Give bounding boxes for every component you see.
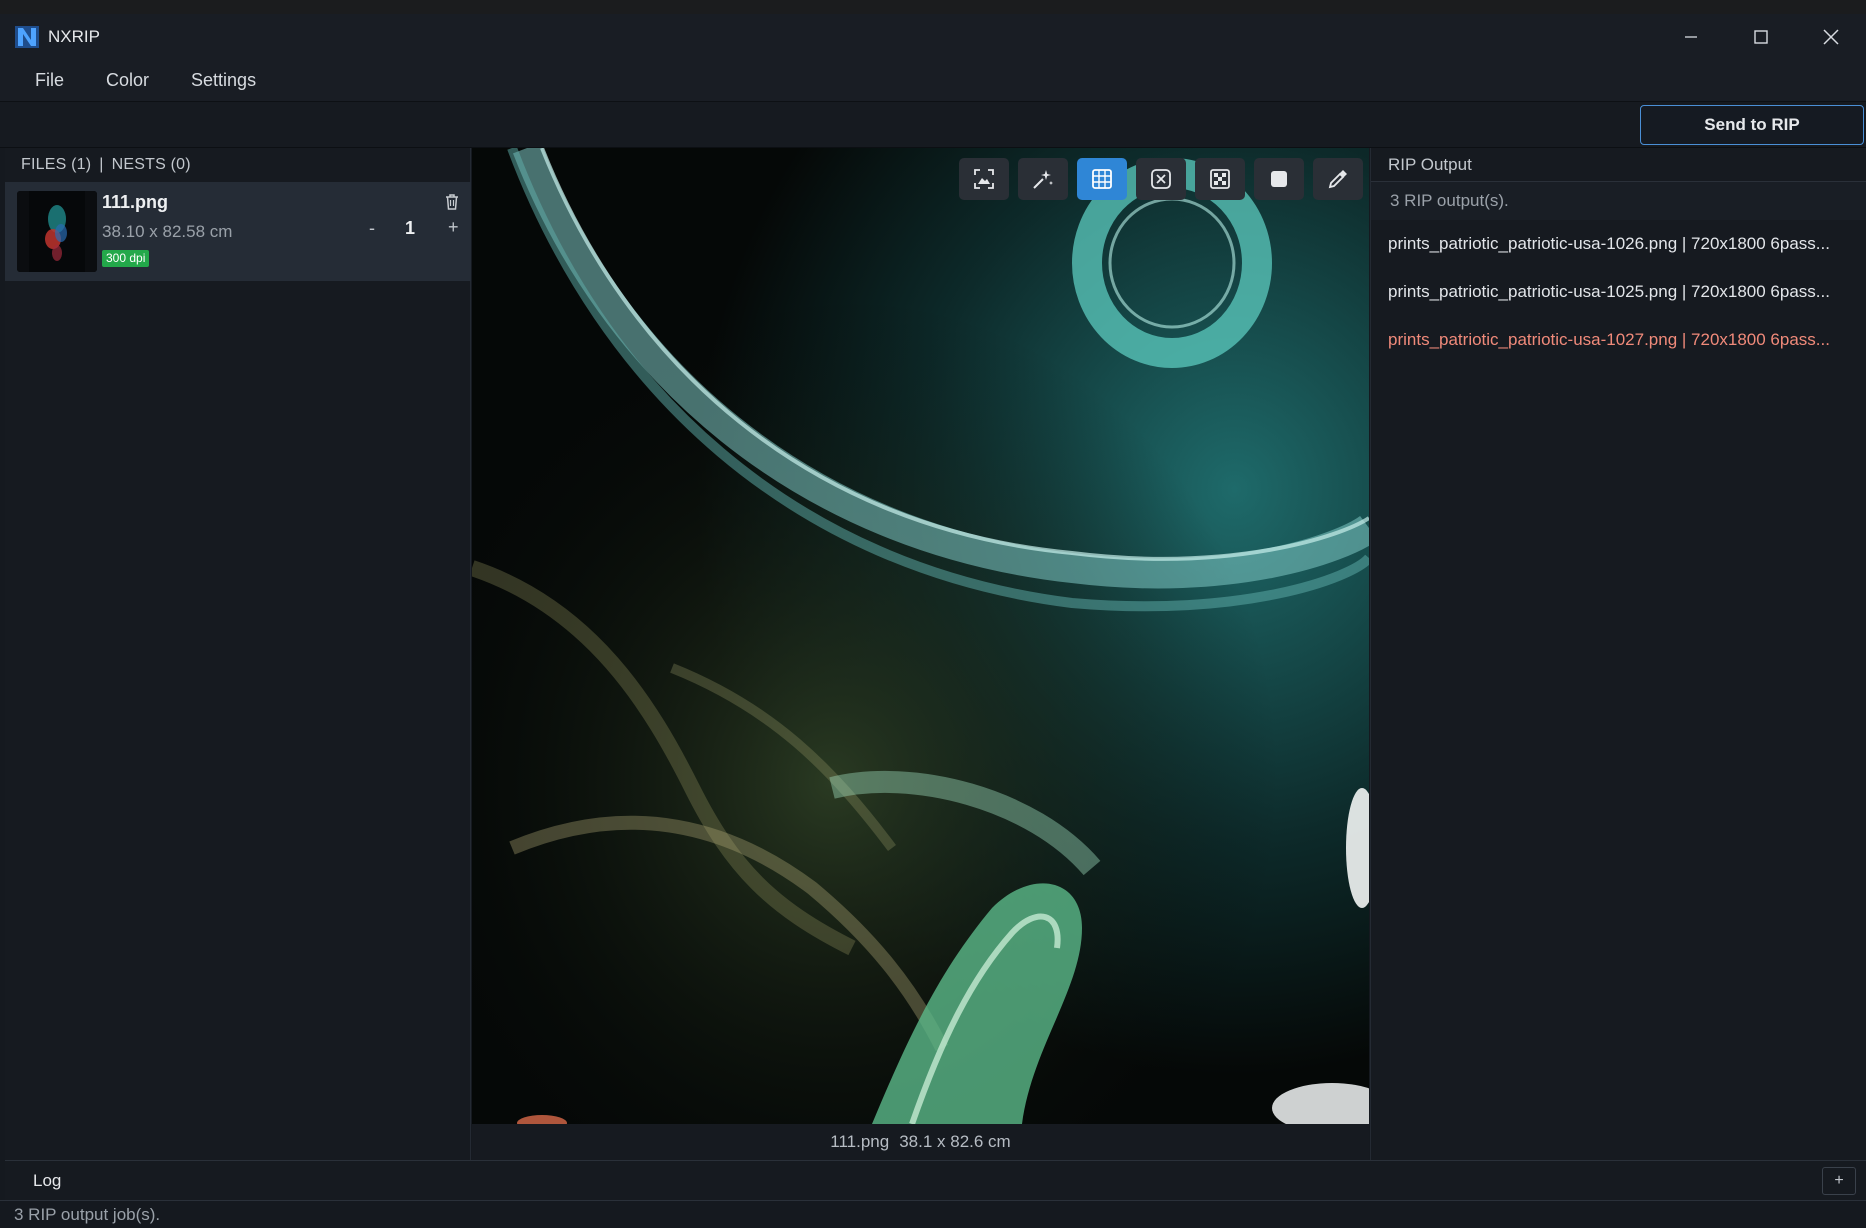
quantity-value[interactable]: 1 <box>405 218 415 239</box>
auto-enhance-button[interactable] <box>1018 158 1068 200</box>
menu-color[interactable]: Color <box>106 70 149 91</box>
maximize-icon <box>1754 30 1768 44</box>
preview-info-bar: 111.png 38.1 x 82.6 cm <box>472 1124 1369 1160</box>
menu-file[interactable]: File <box>35 70 64 91</box>
fit-to-view-button[interactable] <box>959 158 1009 200</box>
magic-wand-icon <box>1033 170 1053 189</box>
close-icon <box>1823 29 1839 45</box>
transparency-button[interactable] <box>1195 158 1245 200</box>
window-top-strip <box>0 0 1866 14</box>
tab-files[interactable]: FILES (1) <box>21 156 91 174</box>
preview-file-name: 111.png <box>830 1132 890 1151</box>
status-message: 3 RIP output job(s). <box>0 1200 1866 1228</box>
maximize-button[interactable] <box>1726 14 1796 60</box>
tab-separator: | <box>99 156 104 173</box>
image-preview[interactable] <box>472 148 1369 1124</box>
log-bar: Log + <box>5 1160 1866 1200</box>
send-to-rip-button[interactable]: Send to RIP <box>1640 105 1864 145</box>
trash-icon <box>446 194 458 210</box>
checker-icon <box>1210 169 1230 189</box>
files-panel: FILES (1) | NESTS (0) 111.png 38.10 x 82… <box>5 148 471 1160</box>
files-header: FILES (1) | NESTS (0) <box>5 148 470 182</box>
file-name: 111.png <box>102 192 169 212</box>
quantity-decrement-button[interactable]: - <box>369 218 375 239</box>
title-bar: NXRIP <box>0 14 1866 60</box>
file-thumbnail <box>17 191 97 272</box>
grid-toggle-button[interactable] <box>1077 158 1127 200</box>
log-title[interactable]: Log <box>33 1171 61 1191</box>
tab-nests[interactable]: NESTS (0) <box>112 156 191 174</box>
rip-output-item[interactable]: prints_patriotic_patriotic-usa-1026.png … <box>1371 220 1866 268</box>
eyedropper-icon <box>1328 170 1347 189</box>
close-button[interactable] <box>1796 14 1866 60</box>
eyedropper-button[interactable] <box>1313 158 1363 200</box>
log-expand-button[interactable]: + <box>1822 1167 1856 1195</box>
action-toolbar: Send to RIP <box>0 102 1866 148</box>
app-logo-icon <box>14 24 40 50</box>
rip-output-count: 3 RIP output(s). <box>1371 182 1866 220</box>
preview-image <box>472 148 1369 1124</box>
rip-output-title: RIP Output <box>1371 148 1866 182</box>
minimize-button[interactable] <box>1656 14 1726 60</box>
rip-output-item[interactable]: prints_patriotic_patriotic-usa-1025.png … <box>1371 268 1866 316</box>
fit-icon <box>974 169 994 189</box>
file-list-item[interactable]: 111.png 38.10 x 82.58 cm 300 dpi - 1 + <box>5 182 471 281</box>
dpi-badge: 300 dpi <box>102 250 150 267</box>
file-dimensions: 38.10 x 82.58 cm <box>102 222 233 241</box>
minimize-icon <box>1685 36 1697 38</box>
background-button[interactable] <box>1254 158 1304 200</box>
clear-button[interactable] <box>1136 158 1186 200</box>
grid-icon <box>1092 169 1112 189</box>
delete-file-button[interactable] <box>441 191 463 213</box>
preview-file-size: 38.1 x 82.6 cm <box>899 1132 1011 1151</box>
menu-settings[interactable]: Settings <box>191 70 256 91</box>
preview-toolbar <box>959 158 1363 200</box>
quantity-increment-button[interactable]: + <box>448 217 459 238</box>
app-title: NXRIP <box>48 27 100 46</box>
rip-output-item-error[interactable]: prints_patriotic_patriotic-usa-1027.png … <box>1371 316 1866 364</box>
close-box-icon <box>1151 169 1171 189</box>
rip-output-panel: RIP Output 3 RIP output(s). prints_patri… <box>1370 148 1866 1160</box>
square-icon <box>1271 171 1287 187</box>
menu-bar: File Color Settings <box>0 60 1866 102</box>
